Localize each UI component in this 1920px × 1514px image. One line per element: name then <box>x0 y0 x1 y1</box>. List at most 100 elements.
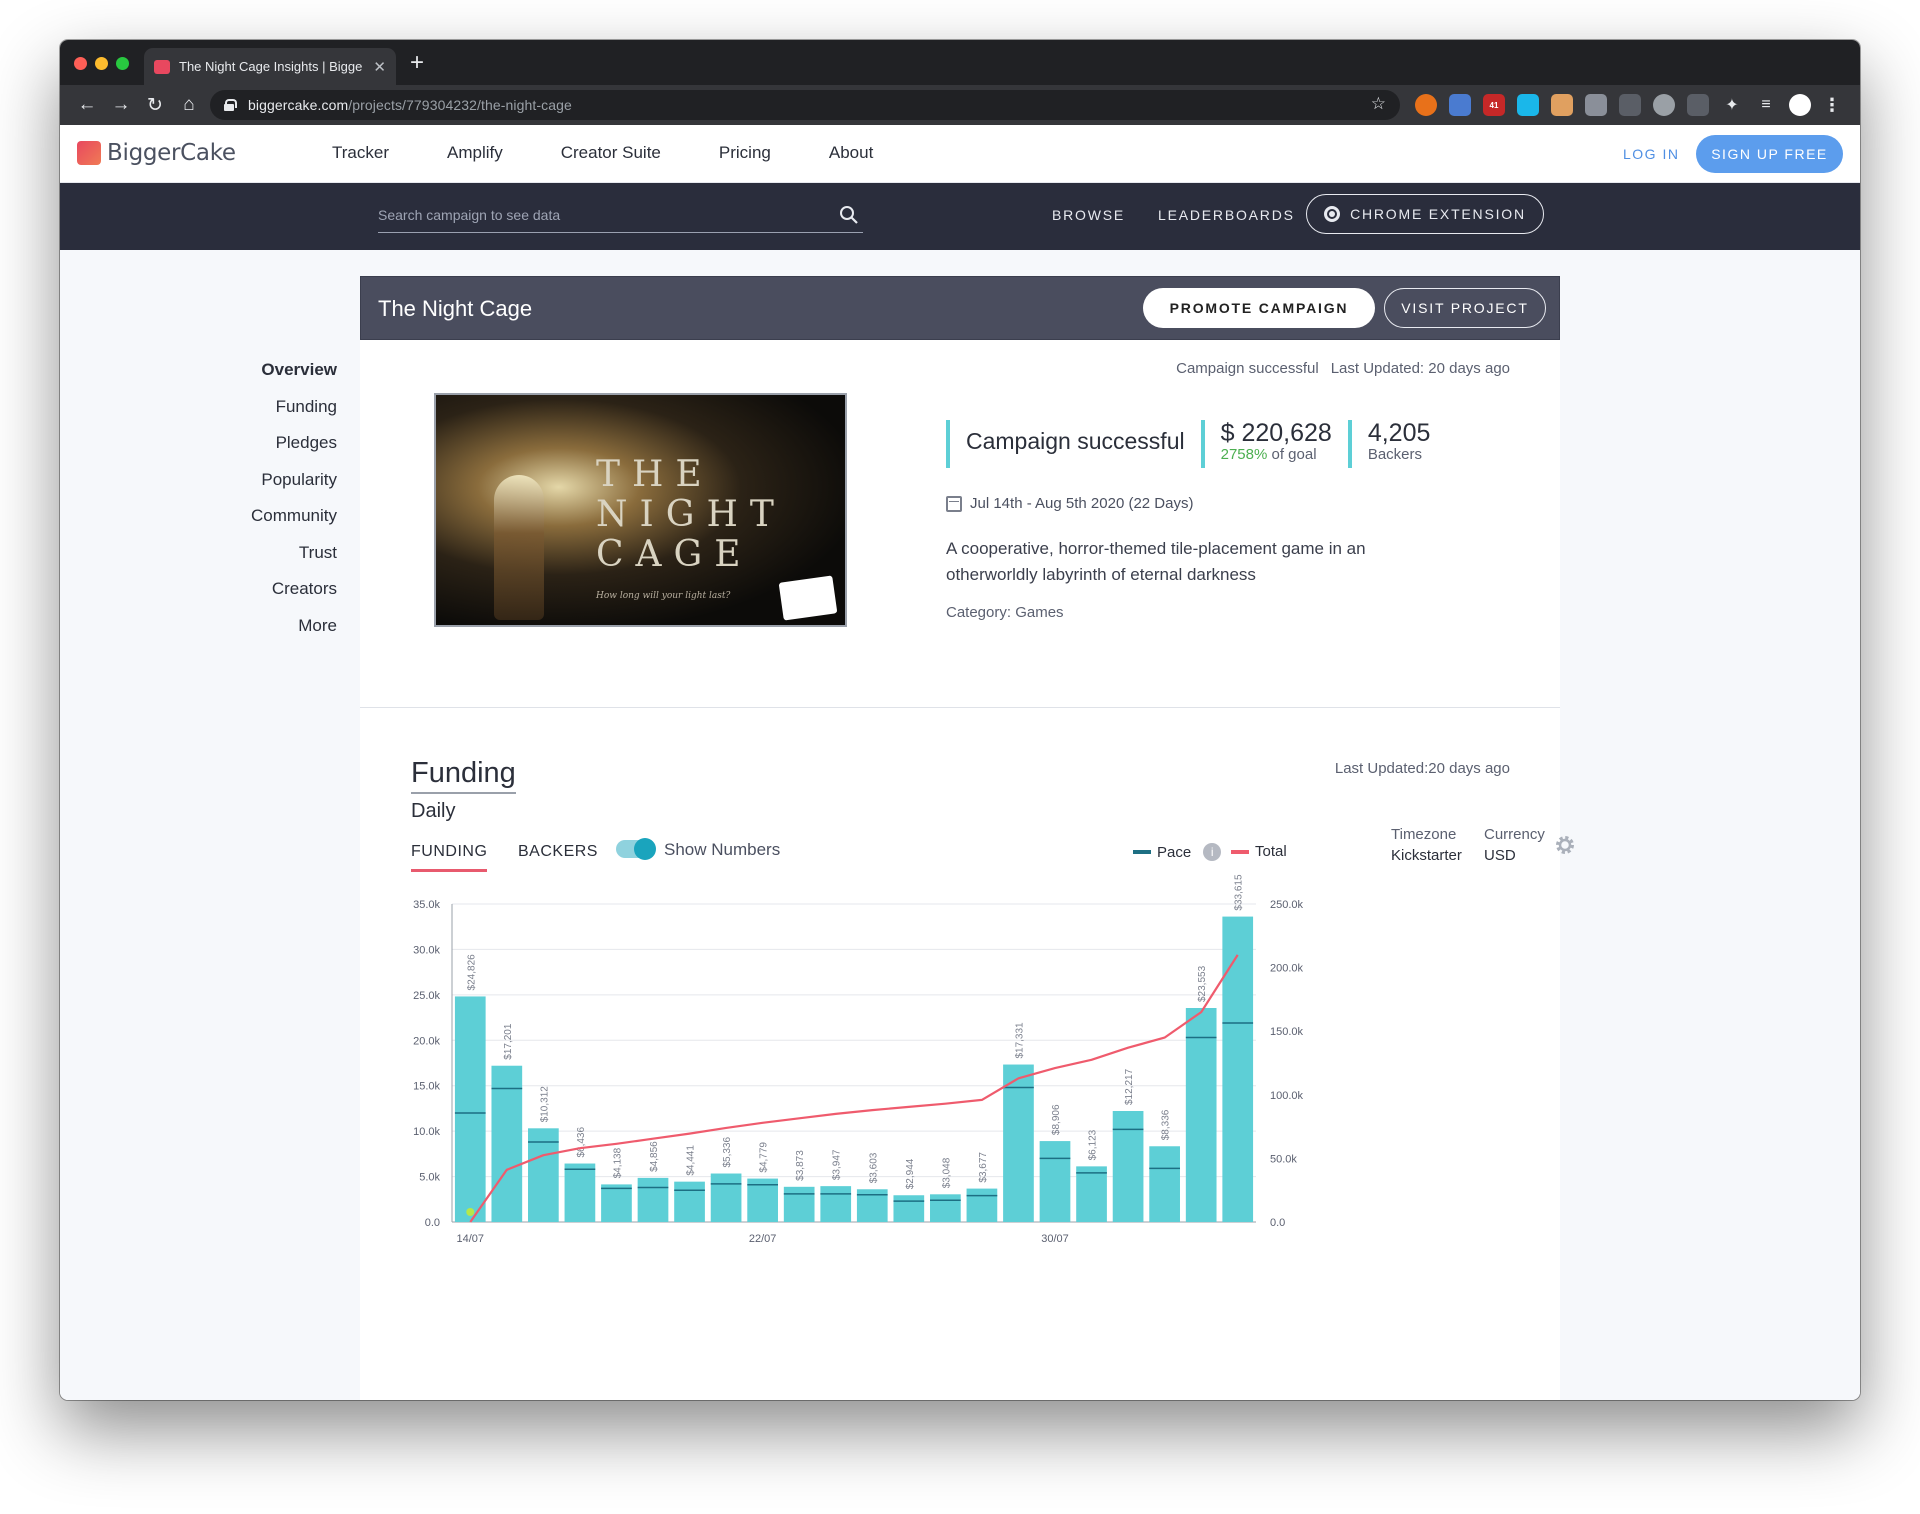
bar-data-label: $3,947 <box>832 1149 843 1180</box>
bar-data-label: $3,677 <box>978 1152 989 1183</box>
site-favicon-icon <box>154 59 170 74</box>
forward-button[interactable]: → <box>104 94 138 116</box>
signup-button[interactable]: SIGN UP FREE <box>1696 135 1843 173</box>
show-numbers-label: Show Numbers <box>664 840 781 859</box>
backers-stat: 4,205 Backers <box>1347 420 1430 468</box>
bar-data-label: $5,336 <box>722 1136 733 1167</box>
login-link[interactable]: LOG IN <box>1623 146 1679 162</box>
y-right-tick-label: 250.0k <box>1270 899 1304 911</box>
sidenav-item-funding[interactable]: Funding <box>60 397 337 434</box>
bar-data-label: $12,217 <box>1124 1068 1135 1105</box>
show-numbers-toggle[interactable] <box>616 838 656 860</box>
close-window-button[interactable] <box>74 57 87 70</box>
info-icon[interactable]: i <box>1203 843 1222 861</box>
chrome-extension-label: CHROME EXTENSION <box>1350 206 1526 222</box>
sidenav-item-pledges[interactable]: Pledges <box>60 433 337 470</box>
profile-avatar[interactable] <box>1789 94 1811 116</box>
leaderboards-link[interactable]: LEADERBOARDS <box>1158 207 1295 223</box>
pace-swatch <box>1133 850 1151 854</box>
browser-menu-icon[interactable]: ⋮ <box>1823 95 1841 116</box>
sidenav-item-more[interactable]: More <box>60 616 337 653</box>
main-nav: Tracker Amplify Creator Suite Pricing Ab… <box>332 143 873 163</box>
campaign-dates-text: Jul 14th - Aug 5th 2020 (22 Days) <box>970 495 1194 512</box>
extension-icon[interactable] <box>1619 94 1641 116</box>
extension-icon[interactable] <box>1585 94 1607 116</box>
bar-data-label: $23,553 <box>1197 965 1208 1002</box>
maximize-window-button[interactable] <box>116 57 129 70</box>
media-controls-icon[interactable]: ≡ <box>1755 94 1777 116</box>
campaign-search <box>378 201 863 233</box>
search-input[interactable] <box>378 201 818 229</box>
funding-bar <box>1112 1110 1144 1222</box>
close-tab-icon[interactable]: ✕ <box>373 58 386 76</box>
y-left-tick-label: 25.0k <box>413 990 440 1002</box>
project-title: The Night Cage <box>378 296 533 321</box>
bar-data-label: $4,856 <box>649 1141 660 1172</box>
browse-link[interactable]: BROWSE <box>1052 207 1125 223</box>
project-description: A cooperative, horror-themed tile-placem… <box>946 539 1366 584</box>
y-right-tick-label: 150.0k <box>1270 1026 1304 1038</box>
campaign-dates: Jul 14th - Aug 5th 2020 (22 Days) <box>946 495 1193 512</box>
visit-project-button[interactable]: VISIT PROJECT <box>1384 288 1546 328</box>
puzzle-extensions-icon[interactable]: ✦ <box>1721 94 1743 116</box>
vimeo-extension-icon[interactable] <box>1517 94 1539 116</box>
minimize-window-button[interactable] <box>95 57 108 70</box>
gear-icon[interactable] <box>1555 835 1575 855</box>
reload-button[interactable]: ↻ <box>138 94 172 117</box>
sidenav-item-creators[interactable]: Creators <box>60 579 337 616</box>
nav-creator-suite[interactable]: Creator Suite <box>561 143 661 163</box>
avatar-extension-icon[interactable] <box>1551 94 1573 116</box>
back-button[interactable]: ← <box>70 94 104 116</box>
browser-toolbar: ← → ↻ ⌂ biggercake.com/projects/77930423… <box>60 85 1860 125</box>
ublock-extension-icon[interactable]: 41 <box>1483 94 1505 116</box>
sidenav-item-trust[interactable]: Trust <box>60 543 337 580</box>
image-title-line: THE <box>596 454 714 495</box>
home-button[interactable]: ⌂ <box>172 94 206 116</box>
cake-logo-icon <box>77 141 101 165</box>
camera-extension-icon[interactable] <box>1449 94 1471 116</box>
logo-text: BiggerCake <box>107 140 236 166</box>
y-left-tick-label: 20.0k <box>413 1035 440 1047</box>
legend-pace-label: Pace <box>1157 843 1192 861</box>
legend-total-label: Total <box>1255 843 1287 860</box>
bar-data-label: $3,873 <box>795 1150 806 1181</box>
nav-tracker[interactable]: Tracker <box>332 143 389 163</box>
promote-campaign-button[interactable]: PROMOTE CAMPAIGN <box>1143 288 1375 328</box>
address-bar[interactable]: biggercake.com/projects/779304232/the-ni… <box>210 90 1400 120</box>
goal-percentage: 2758% of goal <box>1221 446 1332 463</box>
extension-icon[interactable] <box>1415 94 1437 116</box>
legend-total[interactable]: Total <box>1231 843 1287 860</box>
new-tab-button[interactable]: + <box>410 49 424 77</box>
bar-data-label: $17,331 <box>1014 1022 1025 1059</box>
overview-panel: Campaign successful Last Updated: 20 days… <box>360 340 1574 1400</box>
extension-icon[interactable] <box>1687 94 1709 116</box>
search-icon[interactable] <box>839 205 859 225</box>
sidenav-item-popularity[interactable]: Popularity <box>60 470 337 507</box>
funding-bar <box>820 1186 852 1222</box>
bookmark-star-icon[interactable]: ☆ <box>1371 94 1386 114</box>
bar-data-label: $4,441 <box>686 1145 697 1176</box>
extension-icon[interactable] <box>1653 94 1675 116</box>
nav-about[interactable]: About <box>829 143 873 163</box>
funding-bar <box>1149 1146 1180 1222</box>
legend-pace[interactable]: Pace i <box>1133 843 1222 861</box>
funding-bar <box>454 996 486 1222</box>
funding-bar <box>601 1184 632 1222</box>
browser-tab[interactable]: The Night Cage Insights | Bigge ✕ <box>144 48 396 85</box>
bar-data-label: $4,138 <box>612 1147 623 1178</box>
tab-backers[interactable]: BACKERS <box>518 843 598 861</box>
nav-amplify[interactable]: Amplify <box>447 143 503 163</box>
x-tick-label: 22/07 <box>749 1233 777 1245</box>
current-point-marker <box>466 1208 475 1216</box>
chrome-extension-button[interactable]: CHROME EXTENSION <box>1306 194 1544 234</box>
site-logo[interactable]: BiggerCake <box>77 140 236 166</box>
goal-text: of goal <box>1267 446 1317 463</box>
bar-data-label: $6,436 <box>576 1127 587 1158</box>
y-right-tick-label: 100.0k <box>1270 1090 1304 1102</box>
y-left-tick-label: 15.0k <box>413 1081 440 1093</box>
sidenav-item-community[interactable]: Community <box>60 506 337 543</box>
sidenav-item-overview[interactable]: Overview <box>60 360 337 397</box>
funding-bar <box>1185 1008 1217 1222</box>
x-tick-label: 30/07 <box>1041 1233 1069 1245</box>
nav-pricing[interactable]: Pricing <box>719 143 771 163</box>
